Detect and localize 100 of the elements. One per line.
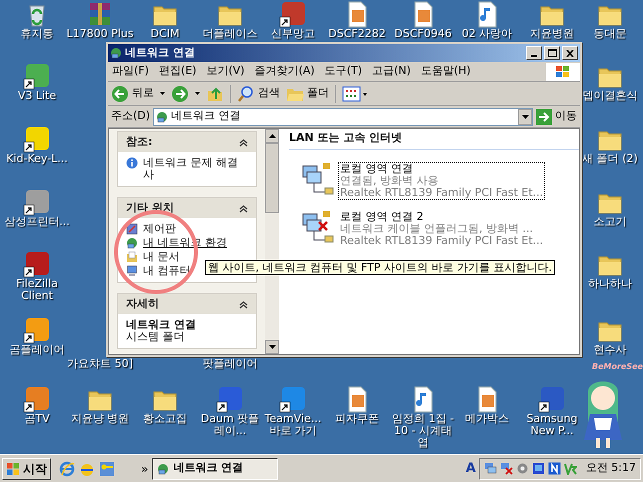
connection-status: 연결됨, 방화벽 사용 xyxy=(340,174,440,186)
close-button[interactable] xyxy=(562,46,578,60)
panel-title: 참조: xyxy=(126,134,152,150)
icon-label: 지윤냥 병원 xyxy=(70,413,130,425)
go-button[interactable]: 이동 xyxy=(536,108,577,125)
collapse-chevron-icon[interactable] xyxy=(239,138,248,146)
collapse-chevron-icon[interactable] xyxy=(239,300,248,308)
browser-icon[interactable] xyxy=(59,460,75,476)
icon-label: 새 폴더 (2) xyxy=(581,153,639,165)
mascot-caption: BeMoreSee xyxy=(592,362,643,371)
windows-logo-icon xyxy=(6,462,20,476)
folders-button[interactable]: 폴더 xyxy=(286,85,329,102)
panel-header[interactable]: 자세히 xyxy=(118,294,256,314)
icon-label: 황소고집 xyxy=(142,413,188,425)
scroll-thumb[interactable] xyxy=(265,143,279,213)
menu-item[interactable]: 편집(E) xyxy=(158,63,196,80)
adapter-name: Realtek RTL8139 Family PCI Fast Et... xyxy=(340,234,544,246)
maximize-icon xyxy=(548,49,556,57)
disconnected-tray-icon[interactable] xyxy=(500,462,513,475)
documents-folder-icon xyxy=(126,251,138,263)
dropdown-caret-icon[interactable] xyxy=(195,92,200,95)
panel-link[interactable]: 제어판 xyxy=(143,223,176,235)
icon-label: 02 사랑아 xyxy=(460,28,514,40)
icon-label: 하나하나 xyxy=(587,278,633,290)
network-globe-icon xyxy=(126,237,138,249)
icon-label: 현수사 xyxy=(592,344,628,356)
address-field[interactable]: 네트워크 연결 xyxy=(153,108,533,126)
icon-label: DSCF2282 xyxy=(327,28,387,40)
icon-label: DSCF0946 xyxy=(393,28,453,40)
n-tray-icon[interactable] xyxy=(548,462,561,475)
control-panel-icon xyxy=(126,223,138,235)
details-type: 시스템 폴더 xyxy=(126,331,186,343)
computer-icon xyxy=(126,265,138,277)
icon-label: 가요챠트 50] xyxy=(66,358,134,370)
icon-label: Daum 팟플레이... xyxy=(200,413,260,437)
icon-label: L17800 Plus xyxy=(65,28,134,40)
windows-logo-icon xyxy=(546,62,580,80)
dropdown-button[interactable] xyxy=(518,108,532,124)
icon-label: 곰TV xyxy=(23,413,51,425)
panel-link[interactable]: 내 컴퓨터 xyxy=(143,265,190,277)
search-button[interactable]: 검색 xyxy=(237,84,280,102)
icon-label: 피자쿠폰 xyxy=(334,413,380,425)
start-button[interactable]: 시작 xyxy=(2,458,51,480)
scroll-down-button[interactable] xyxy=(265,340,279,354)
menu-item[interactable]: 도구(T) xyxy=(324,63,362,80)
icon-label: 더플레이스 xyxy=(202,28,258,40)
network-globe-icon xyxy=(156,110,168,122)
icon-label: 신부망고 xyxy=(270,28,316,40)
menu-item[interactable]: 파일(F) xyxy=(112,63,149,80)
icon-label: V3 Lite xyxy=(16,90,58,102)
tooltip: 웹 사이트, 네트워크 컴퓨터 및 FTP 사이트의 바로 가기를 표시합니다. xyxy=(205,260,555,275)
panel-header[interactable]: 참조: xyxy=(118,132,256,152)
icon-label: 지윤병원 xyxy=(529,28,575,40)
connection-name: 로컬 영역 연결 xyxy=(340,162,414,174)
icon-label: 삼성프린터... xyxy=(3,216,71,228)
panel-link[interactable]: 내 문서 xyxy=(143,251,180,263)
overflow-chevron[interactable]: » xyxy=(141,460,148,478)
icon-label: FileZilla Client xyxy=(15,278,59,302)
connection-item[interactable]: 로컬 영역 연결 연결됨, 방화벽 사용 Realtek RTL8139 Family PCI Fast Et... xyxy=(338,162,546,200)
search-icon xyxy=(237,84,255,102)
clock: 오전 5:17 xyxy=(586,460,636,476)
close-icon xyxy=(566,50,574,56)
swirl-tray-icon[interactable] xyxy=(516,462,529,475)
icon-label: 임정희 1집 - 10 - 시계태엽 xyxy=(391,413,455,449)
address-label: 주소(D) xyxy=(111,108,150,124)
connection-item[interactable]: 로컬 영역 연결 2 네트워크 케이블 언플러그됨, 방화벽 ... Realtek RTL8139 Family PCI Fast Et... xyxy=(338,210,546,248)
network-tray-icon[interactable] xyxy=(484,462,497,475)
network-globe-icon xyxy=(157,462,170,474)
minimize-icon xyxy=(531,55,537,57)
icon-label: 동대문 xyxy=(592,28,628,40)
taskbar-task[interactable]: 네트워크 연결 xyxy=(152,458,278,480)
scroll-up-button[interactable] xyxy=(265,129,279,143)
maximize-button[interactable] xyxy=(544,46,560,60)
go-arrow-icon xyxy=(536,108,552,124)
info-icon xyxy=(126,157,138,169)
collapse-chevron-icon[interactable] xyxy=(239,204,248,212)
details-name: 네트워크 연결 xyxy=(126,319,197,331)
icon-label: 메가박스 xyxy=(464,413,510,425)
up-caret-icon xyxy=(268,134,276,138)
screen-tray-icon[interactable] xyxy=(532,462,545,475)
icon-label: 곰플레이어 xyxy=(8,344,66,356)
adapter-name: Realtek RTL8139 Family PCI Fast Et... xyxy=(340,186,544,198)
icon-label: 휴지통 xyxy=(20,28,54,40)
connection-name: 로컬 영역 연결 2 xyxy=(340,210,424,222)
menu-item[interactable]: 즐겨찾기(A) xyxy=(254,63,315,80)
icon-label: TeamVie... 바로 가기 xyxy=(264,413,322,437)
view-options-icon[interactable] xyxy=(342,86,368,102)
menu-item[interactable]: 보기(V) xyxy=(206,63,245,80)
panel-link[interactable]: 네트워크 문제 해결사 xyxy=(143,157,248,181)
menu-item[interactable]: 도움말(H) xyxy=(420,63,471,80)
menu-item[interactable]: 고급(N) xyxy=(372,63,411,80)
icon-label: Kid-Key-L... xyxy=(5,153,69,165)
group-heading: LAN 또는 고속 인터넷 xyxy=(289,130,579,150)
back-button[interactable]: 뒤로 xyxy=(111,84,154,102)
dropdown-caret-icon[interactable] xyxy=(160,92,165,95)
icon-label: DCIM xyxy=(150,28,180,40)
panel-title: 자세히 xyxy=(126,296,159,312)
network-globe-icon xyxy=(110,47,122,59)
minimize-button[interactable] xyxy=(526,46,542,60)
input-method-indicator[interactable]: A xyxy=(466,458,476,478)
